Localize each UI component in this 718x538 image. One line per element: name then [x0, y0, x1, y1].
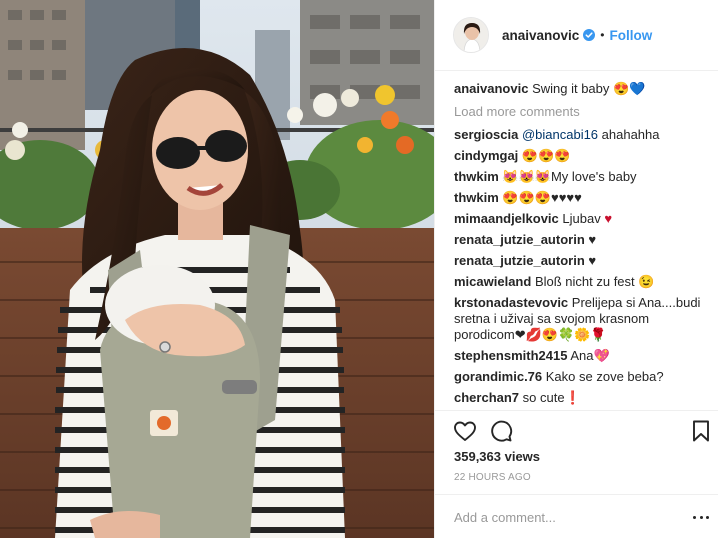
comment-text: ♥ [588, 253, 597, 268]
like-button[interactable] [453, 419, 477, 443]
comment-text: Bloß nicht zu fest 😉 [534, 274, 655, 289]
view-count[interactable]: 359,363 views [454, 449, 540, 465]
comment-item: cherchan7 so cute❗ [454, 390, 712, 406]
comment-text: 😍😍😍♥♥♥♥ [502, 190, 582, 205]
post-actions [453, 419, 711, 445]
verified-badge-icon [583, 29, 596, 41]
caption-text: Swing it baby 😍💙 [532, 81, 646, 96]
follow-button[interactable]: Follow [610, 28, 653, 43]
add-comment-input[interactable] [454, 507, 684, 527]
profile-picture-icon [454, 18, 488, 52]
heart-outline-icon [454, 421, 476, 441]
comment-username[interactable]: cindymgaj [454, 148, 518, 163]
comment-item: renata_jutzie_autorin ♥ [454, 232, 712, 248]
comment-item: mimaandjelkovic Ljubav ♥ [454, 211, 712, 227]
heart-emoji: ♥ [604, 211, 613, 226]
post-photo[interactable] [0, 0, 434, 538]
comment-item: renata_jutzie_autorin ♥ [454, 253, 712, 269]
actions-divider [435, 410, 718, 411]
post-details-panel: anaivanovic • Follow anaivanovic Swing i… [434, 0, 718, 538]
comment-username[interactable]: renata_jutzie_autorin [454, 232, 585, 247]
comment-text: ♥ [588, 232, 597, 247]
comment-item: gorandimic.76 Kako se zove beba? [454, 369, 712, 385]
comment-username[interactable]: sergioscia [454, 127, 518, 142]
comment-text: 😍😍😍 [521, 148, 571, 163]
comment-list: sergioscia @biancabi16 ahahahha cindymga… [454, 127, 712, 406]
comment-text: Ljubav [562, 211, 601, 226]
comment-item: thwkim 😍😍😍♥♥♥♥ [454, 190, 712, 206]
comment-username[interactable]: cherchan7 [454, 390, 519, 405]
comment-text: ahahahha [598, 127, 660, 142]
bookmark-icon [693, 420, 709, 442]
comment-username[interactable]: krstonadastevovic [454, 295, 568, 310]
post-timestamp[interactable]: 22 HOURS AGO [454, 472, 531, 483]
comment-username[interactable]: thwkim [454, 190, 499, 205]
header-username[interactable]: anaivanovic [502, 28, 579, 43]
comment-button[interactable] [489, 419, 513, 443]
comment-username[interactable]: mimaandjelkovic [454, 211, 559, 226]
comment-item: sergioscia @biancabi16 ahahahha [454, 127, 712, 143]
comment-mention[interactable]: @biancabi16 [522, 127, 598, 142]
post-header: anaivanovic • Follow [435, 0, 718, 71]
separator-dot: • [600, 28, 605, 42]
load-more-comments-button[interactable]: Load more comments [454, 103, 712, 121]
more-options-icon[interactable] [693, 507, 709, 527]
comment-item: cindymgaj 😍😍😍 [454, 148, 712, 164]
comment-text: Ana💖 [570, 348, 610, 363]
comment-text: so cute❗ [522, 390, 581, 405]
comment-item: thwkim 😻😻😻My love's baby [454, 169, 712, 185]
comment-text: 😻😻😻My love's baby [502, 169, 637, 184]
comment-username[interactable]: stephensmith2415 [454, 348, 567, 363]
save-button[interactable] [689, 419, 713, 443]
caption-username[interactable]: anaivanovic [454, 81, 528, 96]
comment-text: Kako se zove beba? [545, 369, 664, 384]
post-caption: anaivanovic Swing it baby 😍💙 [454, 80, 712, 98]
comment-item: micawieland Bloß nicht zu fest 😉 [454, 274, 712, 290]
comment-item: krstonadastevovic Prelijepa si Ana....bu… [454, 295, 712, 343]
comment-username[interactable]: thwkim [454, 169, 499, 184]
add-comment-bar [435, 494, 718, 538]
avatar[interactable] [453, 17, 489, 53]
comment-bubble-icon [491, 420, 513, 442]
comment-username[interactable]: gorandimic.76 [454, 369, 542, 384]
comment-username[interactable]: micawieland [454, 274, 531, 289]
comment-username[interactable]: renata_jutzie_autorin [454, 253, 585, 268]
person-with-baby-carrier-photo [0, 0, 434, 538]
comment-item: stephensmith2415 Ana💖 [454, 348, 712, 364]
comments-section: anaivanovic Swing it baby 😍💙 Load more c… [454, 80, 712, 410]
